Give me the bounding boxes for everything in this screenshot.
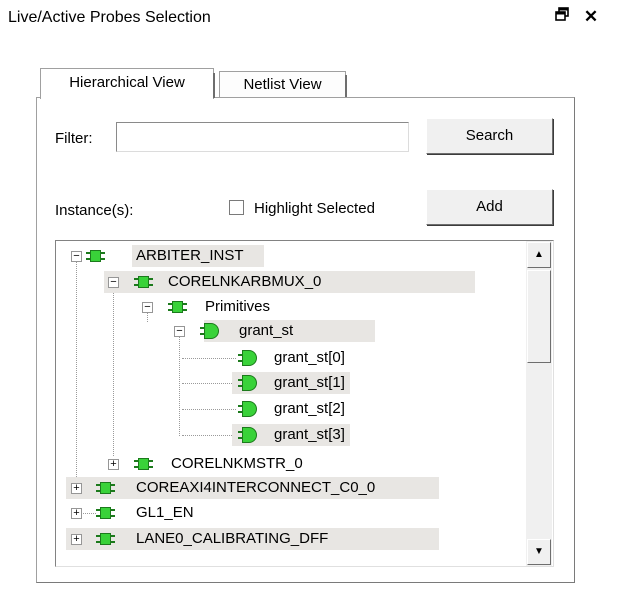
tree-node-label: grant_st[3] [274,426,345,443]
flip-flop-icon [238,350,260,366]
instances-label: Instance(s): [55,202,134,219]
expand-icon[interactable]: + [71,483,82,494]
scroll-down-button[interactable]: ▼ [527,539,551,565]
collapse-icon[interactable]: − [142,302,153,313]
filter-input[interactable] [116,122,409,152]
scroll-up-button[interactable]: ▲ [527,242,551,268]
tree-node-label: CORELNKARBMUX_0 [168,273,322,290]
flip-flop-icon [238,401,260,417]
tree-node[interactable]: grant_st[1] [56,372,526,394]
tree-node[interactable]: − Primitives [56,296,526,318]
tree-node-label: grant_st[0] [274,349,345,366]
module-icon [96,482,116,494]
tab-netlist-view[interactable]: Netlist View [219,71,347,98]
tree-node-label: Primitives [205,298,271,315]
tree-node-label: grant_st[2] [274,400,345,417]
tree-node[interactable]: grant_st[3] [56,424,526,446]
instance-tree[interactable]: − ARBITER_INST − CORELNKARBMUX_0 − Primitives… [55,240,554,567]
tree-node[interactable]: − grant_st [56,320,526,342]
tree-node-label: GL1_EN [136,504,194,521]
vertical-scrollbar[interactable]: ▲ ▼ [526,241,552,566]
tree-node[interactable]: − ARBITER_INST [56,245,526,267]
tree-node-label: CORELNKMSTR_0 [171,455,303,472]
flip-flop-icon [238,375,260,391]
expand-icon[interactable]: + [108,459,119,470]
tree-node-label: grant_st[1] [274,374,345,391]
add-button[interactable]: Add [426,189,553,225]
module-icon [134,276,154,288]
module-icon [96,507,116,519]
checkbox-box[interactable] [229,200,244,215]
expand-icon[interactable]: + [71,534,82,545]
collapse-icon[interactable]: − [108,277,119,288]
collapse-icon[interactable]: − [71,251,82,262]
flip-flop-icon [238,427,260,443]
tree-node-label: ARBITER_INST [136,247,244,264]
window-title: Live/Active Probes Selection [8,9,211,26]
tree-node-label: COREAXI4INTERCONNECT_C0_0 [136,479,376,496]
tree-node[interactable]: grant_st[0] [56,347,526,369]
restore-icon[interactable] [551,6,573,28]
tree-node[interactable]: − CORELNKARBMUX_0 [56,271,526,293]
tree-node-label: LANE0_CALIBRATING_DFF [136,530,329,547]
filter-label: Filter: [55,130,93,147]
title-bar: Live/Active Probes Selection ✕ [0,0,620,38]
tree-content: − ARBITER_INST − CORELNKARBMUX_0 − Primitives… [56,241,526,566]
tab-label: Netlist View [243,76,322,93]
search-button[interactable]: Search [426,118,553,154]
module-icon [134,458,154,470]
tree-node[interactable]: + COREAXI4INTERCONNECT_C0_0 [56,477,526,499]
module-icon [86,250,106,262]
tab-label: Hierarchical View [69,74,185,91]
collapse-icon[interactable]: − [174,326,185,337]
highlight-selected-label: Highlight Selected [254,200,375,217]
tree-node[interactable]: + CORELNKMSTR_0 [56,453,526,475]
scroll-thumb[interactable] [527,270,551,363]
tree-node[interactable]: grant_st[2] [56,398,526,420]
flip-flop-icon [200,323,222,339]
tree-node-label: grant_st [239,322,294,339]
tab-hierarchical-view[interactable]: Hierarchical View [40,68,215,99]
module-icon [96,533,116,545]
expand-icon[interactable]: + [71,508,82,519]
tree-node[interactable]: + GL1_EN [56,502,526,524]
tree-node[interactable]: + LANE0_CALIBRATING_DFF [56,528,526,550]
close-icon[interactable]: ✕ [580,6,602,28]
module-icon [168,301,188,313]
